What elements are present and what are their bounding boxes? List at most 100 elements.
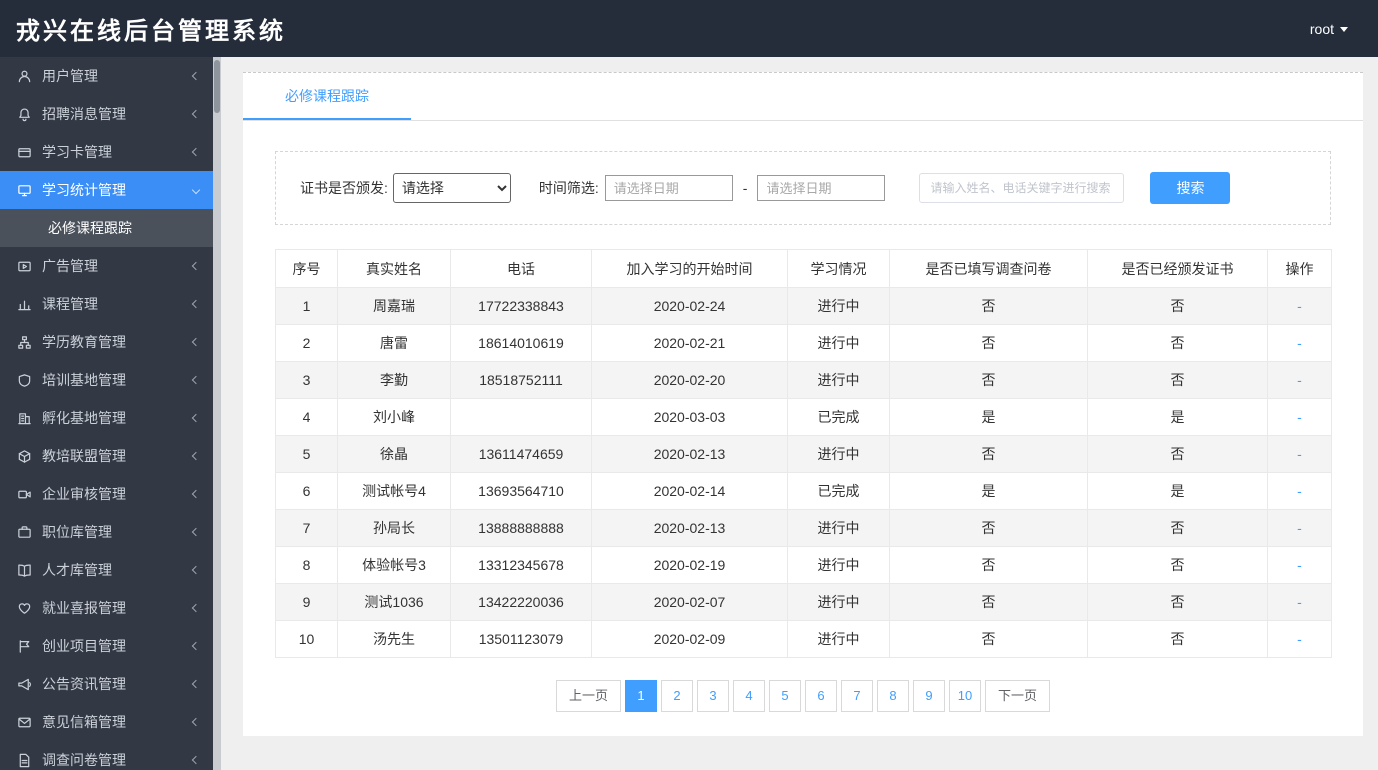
table-cell: 进行中 (787, 361, 890, 399)
sidebar-item-study-statistics-management[interactable]: 学习统计管理 (0, 171, 213, 209)
row-action-link[interactable]: - (1267, 324, 1332, 362)
table-cell: 是 (889, 472, 1088, 510)
content-card: 必修课程跟踪 证书是否颁发: 请选择 时间筛选: - 搜索 序号真实姓名电话加入… (243, 72, 1363, 736)
table-cell: 否 (1087, 509, 1268, 547)
search-button[interactable]: 搜索 (1150, 172, 1231, 204)
table-row: 7 孙局长 13888888888 2020-02-13 进行中否否 - (275, 509, 1332, 547)
page-button-10[interactable]: 10 (949, 680, 981, 712)
monitor-icon (16, 182, 33, 198)
users-icon (16, 68, 33, 84)
sidebar-item-course-management[interactable]: 课程管理 (0, 285, 213, 323)
sidebar-item-user-management[interactable]: 用户管理 (0, 57, 213, 95)
table-cell: 7 (275, 509, 338, 547)
sidebar-item-talent-library-management[interactable]: 人才库管理 (0, 551, 213, 589)
table-cell: 进行中 (787, 620, 890, 658)
page-button-4[interactable]: 4 (733, 680, 765, 712)
row-action-link[interactable]: - (1267, 546, 1332, 584)
page-button-9[interactable]: 9 (913, 680, 945, 712)
sidebar-subitem-required-course-tracking[interactable]: 必修课程跟踪 (0, 209, 213, 247)
page-button-5[interactable]: 5 (769, 680, 801, 712)
chevron-left-icon (191, 489, 201, 499)
sidebar-item-study-card-management[interactable]: 学习卡管理 (0, 133, 213, 171)
row-action-link[interactable]: - (1267, 472, 1332, 510)
user-menu[interactable]: root (1310, 21, 1348, 37)
sidebar-item-ad-management[interactable]: 广告管理 (0, 247, 213, 285)
cert-issued-label: 证书是否颁发: (300, 180, 388, 196)
sidebar-item-startup-project-management[interactable]: 创业项目管理 (0, 627, 213, 665)
sidebar-item-recruit-message-management[interactable]: 招聘消息管理 (0, 95, 213, 133)
row-action-link[interactable]: - (1267, 398, 1332, 436)
row-action-link[interactable]: - (1267, 435, 1332, 473)
date-end-input[interactable] (757, 175, 886, 201)
search-input[interactable] (919, 173, 1125, 203)
table-cell: 刘小峰 (337, 398, 451, 436)
sidebar-item-enterprise-audit-management[interactable]: 企业审核管理 (0, 475, 213, 513)
sidebar-menu: 用户管理招聘消息管理 学习卡管理 学习统计管理 必修课程跟踪 广告管理 课程管理 学历教育管… (0, 57, 213, 770)
row-action-link[interactable]: - (1267, 509, 1332, 547)
table-cell: 李勤 (337, 361, 451, 399)
column-header: 电话 (450, 249, 592, 288)
user-name: root (1309, 20, 1334, 37)
chevron-left-icon (191, 147, 201, 157)
page-button-8[interactable]: 8 (877, 680, 909, 712)
sidebar-item-label: 人才库管理 (42, 562, 112, 578)
time-filter-label: 时间筛选: (538, 180, 599, 196)
cert-issued-select[interactable]: 请选择 (392, 173, 511, 203)
date-start-input[interactable] (604, 175, 733, 201)
table-row: 6 测试帐号4 13693564710 2020-02-14 已完成是是 - (275, 472, 1332, 510)
sidebar-item-incubation-base-management[interactable]: 孵化基地管理 (0, 399, 213, 437)
table-cell: 是 (889, 398, 1088, 436)
bar-chart-icon (16, 296, 33, 312)
sidebar-item-training-base-management[interactable]: 培训基地管理 (0, 361, 213, 399)
chevron-left-icon (191, 375, 201, 385)
table-cell: 否 (1087, 361, 1268, 399)
table-cell: 否 (1087, 435, 1268, 473)
next-page-button[interactable]: 下一页 (985, 680, 1051, 712)
envelope-icon (16, 714, 33, 730)
tab-bar: 必修课程跟踪 (243, 73, 1363, 121)
sidebar-item-announcement-management[interactable]: 公告资讯管理 (0, 665, 213, 703)
table-cell: 孙局长 (337, 509, 451, 547)
table-cell: 徐晶 (337, 435, 451, 473)
table-cell: 已完成 (787, 398, 890, 436)
sidebar-item-education-alliance-management[interactable]: 教培联盟管理 (0, 437, 213, 475)
sidebar-scrollbar-thumb[interactable] (214, 60, 220, 113)
row-action-link[interactable]: - (1267, 361, 1332, 399)
table-cell: 周嘉瑞 (337, 287, 451, 325)
table-cell: 测试1036 (337, 583, 451, 621)
sidebar-item-employment-news-management[interactable]: 就业喜报管理 (0, 589, 213, 627)
play-icon (16, 258, 33, 274)
table-cell: 测试帐号4 (337, 472, 451, 510)
sidebar-item-feedback-mailbox-management[interactable]: 意见信箱管理 (0, 703, 213, 741)
sidebar-item-label: 企业审核管理 (42, 486, 126, 502)
page-button-7[interactable]: 7 (841, 680, 873, 712)
table-cell: 否 (889, 509, 1088, 547)
page-button-2[interactable]: 2 (661, 680, 693, 712)
table-cell: 2020-02-14 (591, 472, 788, 510)
row-action-link[interactable]: - (1267, 287, 1332, 325)
row-action-link[interactable]: - (1267, 583, 1332, 621)
sidebar-item-degree-education-management[interactable]: 学历教育管理 (0, 323, 213, 361)
chevron-left-icon (191, 109, 201, 119)
top-header: 戎兴在线后台管理系统 root (0, 0, 1378, 57)
table-cell: 3 (275, 361, 338, 399)
chevron-left-icon (191, 641, 201, 651)
pagination: 上一页 1 2 3 4 5 6 7 8 9 10 下一页 (243, 680, 1363, 712)
card-icon (16, 144, 33, 160)
page-button-1[interactable]: 1 (625, 680, 657, 712)
chevron-left-icon (191, 755, 201, 765)
sidebar-item-survey-management[interactable]: 调查问卷管理 (0, 741, 213, 770)
sidebar-item-job-library-management[interactable]: 职位库管理 (0, 513, 213, 551)
tab-required-course-tracking[interactable]: 必修课程跟踪 (243, 73, 411, 120)
table-cell: 否 (889, 361, 1088, 399)
page-button-3[interactable]: 3 (697, 680, 729, 712)
document-icon (16, 752, 33, 768)
table-cell: 否 (1087, 583, 1268, 621)
sidebar-scrollbar[interactable] (213, 57, 221, 770)
shield-icon (16, 372, 33, 388)
sidebar-item-label: 就业喜报管理 (42, 600, 126, 616)
sidebar-item-label: 用户管理 (42, 68, 98, 84)
prev-page-button[interactable]: 上一页 (555, 680, 621, 712)
row-action-link[interactable]: - (1267, 620, 1332, 658)
page-button-6[interactable]: 6 (805, 680, 837, 712)
